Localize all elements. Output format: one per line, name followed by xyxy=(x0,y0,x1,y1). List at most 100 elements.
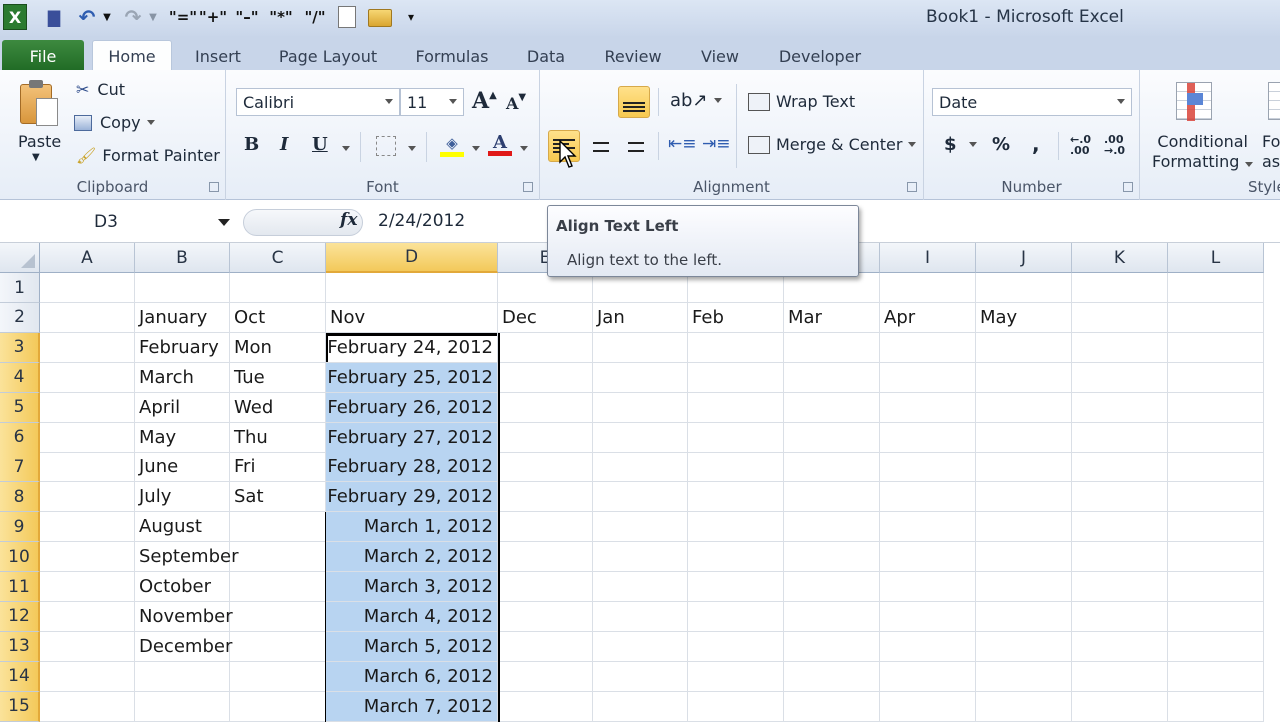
cell-k6[interactable] xyxy=(1072,422,1168,453)
copy-dropdown-icon[interactable] xyxy=(146,120,155,125)
cell-a15[interactable] xyxy=(40,691,135,722)
cell-b14[interactable] xyxy=(135,661,230,692)
cell-k15[interactable] xyxy=(1072,691,1168,722)
cell-g10[interactable] xyxy=(688,542,784,573)
cell-k2[interactable] xyxy=(1072,302,1168,333)
bottom-align-button[interactable] xyxy=(618,86,650,118)
column-header-d[interactable]: D xyxy=(326,243,498,273)
cell-h10[interactable] xyxy=(784,542,880,573)
borders-dropdown-icon[interactable] xyxy=(408,146,416,151)
cell-i8[interactable] xyxy=(880,482,976,513)
align-text-right-button[interactable] xyxy=(622,138,644,152)
cell-i7[interactable] xyxy=(880,452,976,483)
cell-l1[interactable] xyxy=(1168,273,1264,303)
cell-l7[interactable] xyxy=(1168,452,1264,483)
redo-dropdown-icon[interactable]: ▼ xyxy=(147,4,159,30)
cell-i3[interactable] xyxy=(880,332,976,363)
merge-center-dropdown-icon[interactable] xyxy=(908,142,917,147)
decrease-decimal-button[interactable]: .00 →.0 xyxy=(1104,134,1130,156)
column-header-b[interactable]: B xyxy=(135,243,230,273)
cell-j6[interactable] xyxy=(976,422,1072,453)
cell-j4[interactable] xyxy=(976,362,1072,393)
cell-d1[interactable] xyxy=(326,273,498,303)
cell-c3[interactable]: Mon xyxy=(230,332,326,363)
customize-qat-icon[interactable]: ▾ xyxy=(404,4,418,30)
cell-d14[interactable]: March 6, 2012 xyxy=(326,661,498,692)
cell-a6[interactable] xyxy=(40,422,135,453)
column-header-l[interactable]: L xyxy=(1168,243,1264,273)
cell-l6[interactable] xyxy=(1168,422,1264,453)
multiply-icon[interactable]: "*" xyxy=(268,4,294,30)
cell-k12[interactable] xyxy=(1072,601,1168,632)
cell-b11[interactable]: October xyxy=(135,572,230,602)
worksheet-grid[interactable]: ABCDEFGHIJKL12JanuaryOctNovDecJanFebMarA… xyxy=(0,243,1280,722)
cell-d7[interactable]: February 28, 2012 xyxy=(326,452,498,483)
cell-i5[interactable] xyxy=(880,392,976,423)
middle-align-button[interactable] xyxy=(588,98,610,108)
cell-d13[interactable]: March 5, 2012 xyxy=(326,631,498,662)
clipboard-dialog-launcher[interactable] xyxy=(209,182,219,192)
cell-c11[interactable] xyxy=(230,572,326,602)
cell-k10[interactable] xyxy=(1072,542,1168,573)
underline-button[interactable]: U xyxy=(312,134,328,155)
cell-f12[interactable] xyxy=(593,601,688,632)
cell-d9[interactable]: March 1, 2012 xyxy=(326,512,498,543)
cell-j5[interactable] xyxy=(976,392,1072,423)
cell-h4[interactable] xyxy=(784,362,880,393)
cell-d2[interactable]: Nov xyxy=(326,302,498,333)
name-box[interactable]: D3 xyxy=(2,208,238,236)
row-header-4[interactable]: 4 xyxy=(0,362,40,393)
cell-a1[interactable] xyxy=(40,273,135,303)
accounting-format-button[interactable]: $ xyxy=(944,134,977,155)
cell-k9[interactable] xyxy=(1072,512,1168,543)
cell-c9[interactable] xyxy=(230,512,326,543)
increase-indent-button[interactable]: ⇥≡ xyxy=(702,134,731,154)
row-header-8[interactable]: 8 xyxy=(0,482,40,513)
cell-c5[interactable]: Wed xyxy=(230,392,326,423)
cell-h3[interactable] xyxy=(784,332,880,363)
cell-l8[interactable] xyxy=(1168,482,1264,513)
undo-icon[interactable]: ↶ xyxy=(76,4,98,30)
borders-icon[interactable] xyxy=(376,136,396,156)
cell-h1[interactable] xyxy=(784,273,880,303)
cell-a5[interactable] xyxy=(40,392,135,423)
cell-g4[interactable] xyxy=(688,362,784,393)
excel-logo-icon[interactable]: X xyxy=(3,4,27,30)
format-as-table-icon[interactable] xyxy=(1268,82,1280,120)
cell-d15[interactable]: March 7, 2012 xyxy=(326,691,498,722)
cell-d4[interactable]: February 25, 2012 xyxy=(326,362,498,393)
tab-file[interactable]: File xyxy=(2,40,84,72)
row-header-12[interactable]: 12 xyxy=(0,601,40,632)
name-box-dropdown-icon[interactable] xyxy=(218,219,230,226)
plus-icon[interactable]: "+" xyxy=(199,4,227,30)
number-format-combo[interactable]: Date xyxy=(932,88,1132,116)
cell-i10[interactable] xyxy=(880,542,976,573)
alignment-dialog-launcher[interactable] xyxy=(907,182,917,192)
orientation-dropdown-icon[interactable] xyxy=(713,98,722,103)
cell-c14[interactable] xyxy=(230,661,326,692)
cell-e9[interactable] xyxy=(498,512,593,543)
cell-g8[interactable] xyxy=(688,482,784,513)
column-header-k[interactable]: K xyxy=(1072,243,1168,273)
format-painter-button[interactable]: 🖌 Format Painter xyxy=(76,146,220,165)
cell-e2[interactable]: Dec xyxy=(498,302,593,333)
cell-h7[interactable] xyxy=(784,452,880,483)
fill-color-button[interactable]: ◈ xyxy=(440,134,464,160)
tab-page-layout[interactable]: Page Layout xyxy=(272,40,384,72)
cell-c7[interactable]: Fri xyxy=(230,452,326,483)
row-header-7[interactable]: 7 xyxy=(0,452,40,483)
cell-h11[interactable] xyxy=(784,572,880,602)
cell-c15[interactable] xyxy=(230,691,326,722)
cell-k11[interactable] xyxy=(1072,572,1168,602)
cell-h14[interactable] xyxy=(784,661,880,692)
cell-j12[interactable] xyxy=(976,601,1072,632)
cell-j13[interactable] xyxy=(976,631,1072,662)
cell-g6[interactable] xyxy=(688,422,784,453)
cell-e14[interactable] xyxy=(498,661,593,692)
italic-button[interactable]: I xyxy=(280,134,288,155)
save-icon[interactable]: ▇ xyxy=(42,4,66,30)
cell-b9[interactable]: August xyxy=(135,512,230,543)
open-folder-icon[interactable] xyxy=(368,9,392,27)
font-name-dropdown-icon[interactable] xyxy=(385,99,393,104)
cell-c1[interactable] xyxy=(230,273,326,303)
